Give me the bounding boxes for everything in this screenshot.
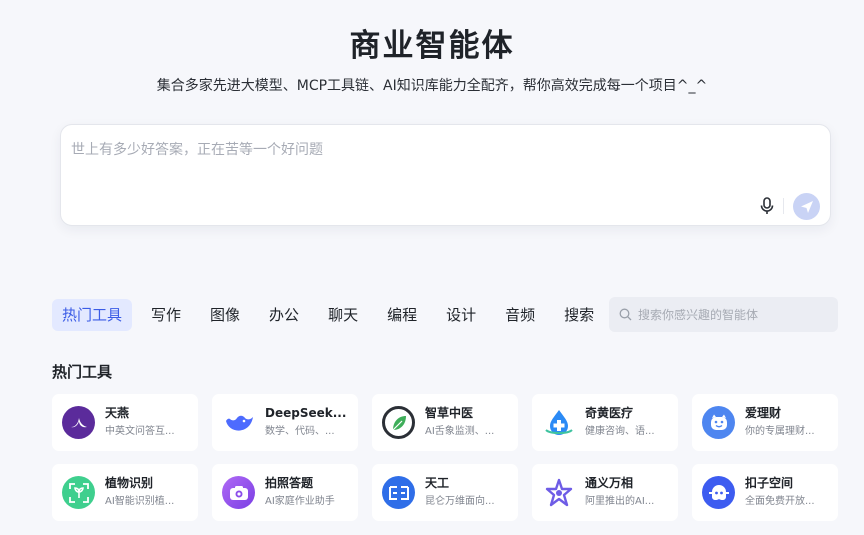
search-icon [619, 308, 632, 321]
send-button[interactable] [793, 193, 820, 220]
agent-search[interactable] [609, 297, 838, 332]
tab-programming[interactable]: 编程 [377, 299, 427, 331]
tiangong-icon [382, 476, 415, 509]
tab-audio[interactable]: 音频 [495, 299, 545, 331]
send-icon [800, 200, 813, 213]
tool-desc: 昆仑万维面向... [425, 496, 495, 507]
divider [783, 198, 784, 214]
search-input[interactable] [638, 307, 828, 322]
tab-design[interactable]: 设计 [436, 299, 486, 331]
chat-box [60, 124, 831, 226]
tool-grid: 天燕 中英文问答互... DeepSeek... 数学、代码、... 智草中医 … [52, 394, 838, 521]
tool-card-photo-answer[interactable]: 拍照答题 AI家庭作业助手 [212, 464, 358, 521]
tool-card-deepseek[interactable]: DeepSeek... 数学、代码、... [212, 394, 358, 451]
tool-desc: AI舌象监测、... [425, 426, 495, 437]
swallow-icon [62, 406, 95, 439]
microphone-icon[interactable] [757, 195, 777, 217]
tool-card-plant-id[interactable]: 植物识别 AI智能识别植... [52, 464, 198, 521]
tool-desc: 全面免费开放... [745, 496, 815, 507]
tool-name: 通义万相 [585, 476, 634, 490]
tab-hot-tools[interactable]: 热门工具 [52, 299, 133, 331]
piggy-icon [702, 406, 735, 439]
tab-image[interactable]: 图像 [200, 299, 250, 331]
tool-desc: 你的专属理财... [745, 426, 815, 437]
tool-card-tiangong[interactable]: 天工 昆仑万维面向... [372, 464, 518, 521]
tool-name: 扣子空间 [745, 476, 794, 490]
tab-chat[interactable]: 聊天 [318, 299, 368, 331]
tab-office[interactable]: 办公 [259, 299, 309, 331]
tool-desc: 中英文问答互... [105, 426, 175, 437]
chat-input[interactable] [71, 137, 751, 163]
tab-search[interactable]: 搜索 [554, 299, 604, 331]
tool-desc: 数学、代码、... [265, 426, 335, 437]
tool-desc: AI智能识别植... [105, 496, 175, 507]
tool-card-ailicai[interactable]: 爱理财 你的专属理财... [692, 394, 838, 451]
tool-desc: 健康咨询、语... [585, 426, 655, 437]
tool-card-zhicao[interactable]: 智草中医 AI舌象监测、... [372, 394, 518, 451]
star-hexagon-icon [542, 476, 575, 509]
tool-card-tianyan[interactable]: 天燕 中英文问答互... [52, 394, 198, 451]
tool-name: DeepSeek... [265, 406, 347, 420]
medical-drop-icon [542, 406, 575, 439]
tool-name: 天燕 [105, 406, 130, 420]
tool-card-qihuang[interactable]: 奇黄医疗 健康咨询、语... [532, 394, 678, 451]
coze-icon [702, 476, 735, 509]
page-subtitle: 集合多家先进大模型、MCP工具链、AI知识库能力全配齐，帮你高效完成每一个项目^… [156, 78, 708, 94]
camera-icon [222, 476, 255, 509]
tool-name: 爱理财 [745, 406, 782, 420]
leaf-icon [382, 406, 415, 439]
tool-name: 天工 [425, 476, 450, 490]
whale-icon [222, 406, 255, 439]
plant-scan-icon [62, 476, 95, 509]
tool-name: 拍照答题 [265, 476, 314, 490]
tool-name: 奇黄医疗 [585, 406, 634, 420]
section-title: 热门工具 [52, 363, 113, 381]
tool-desc: 阿里推出的AI... [585, 496, 655, 507]
category-tabs: 热门工具 写作 图像 办公 聊天 编程 设计 音频 搜索 [52, 299, 613, 331]
tab-writing[interactable]: 写作 [141, 299, 191, 331]
page-title: 商业智能体 [349, 28, 515, 64]
tool-card-coze-space[interactable]: 扣子空间 全面免费开放... [692, 464, 838, 521]
tool-name: 植物识别 [105, 476, 154, 490]
tool-name: 智草中医 [425, 406, 474, 420]
tool-card-tongyi-wanxiang[interactable]: 通义万相 阿里推出的AI... [532, 464, 678, 521]
tool-desc: AI家庭作业助手 [265, 496, 335, 507]
